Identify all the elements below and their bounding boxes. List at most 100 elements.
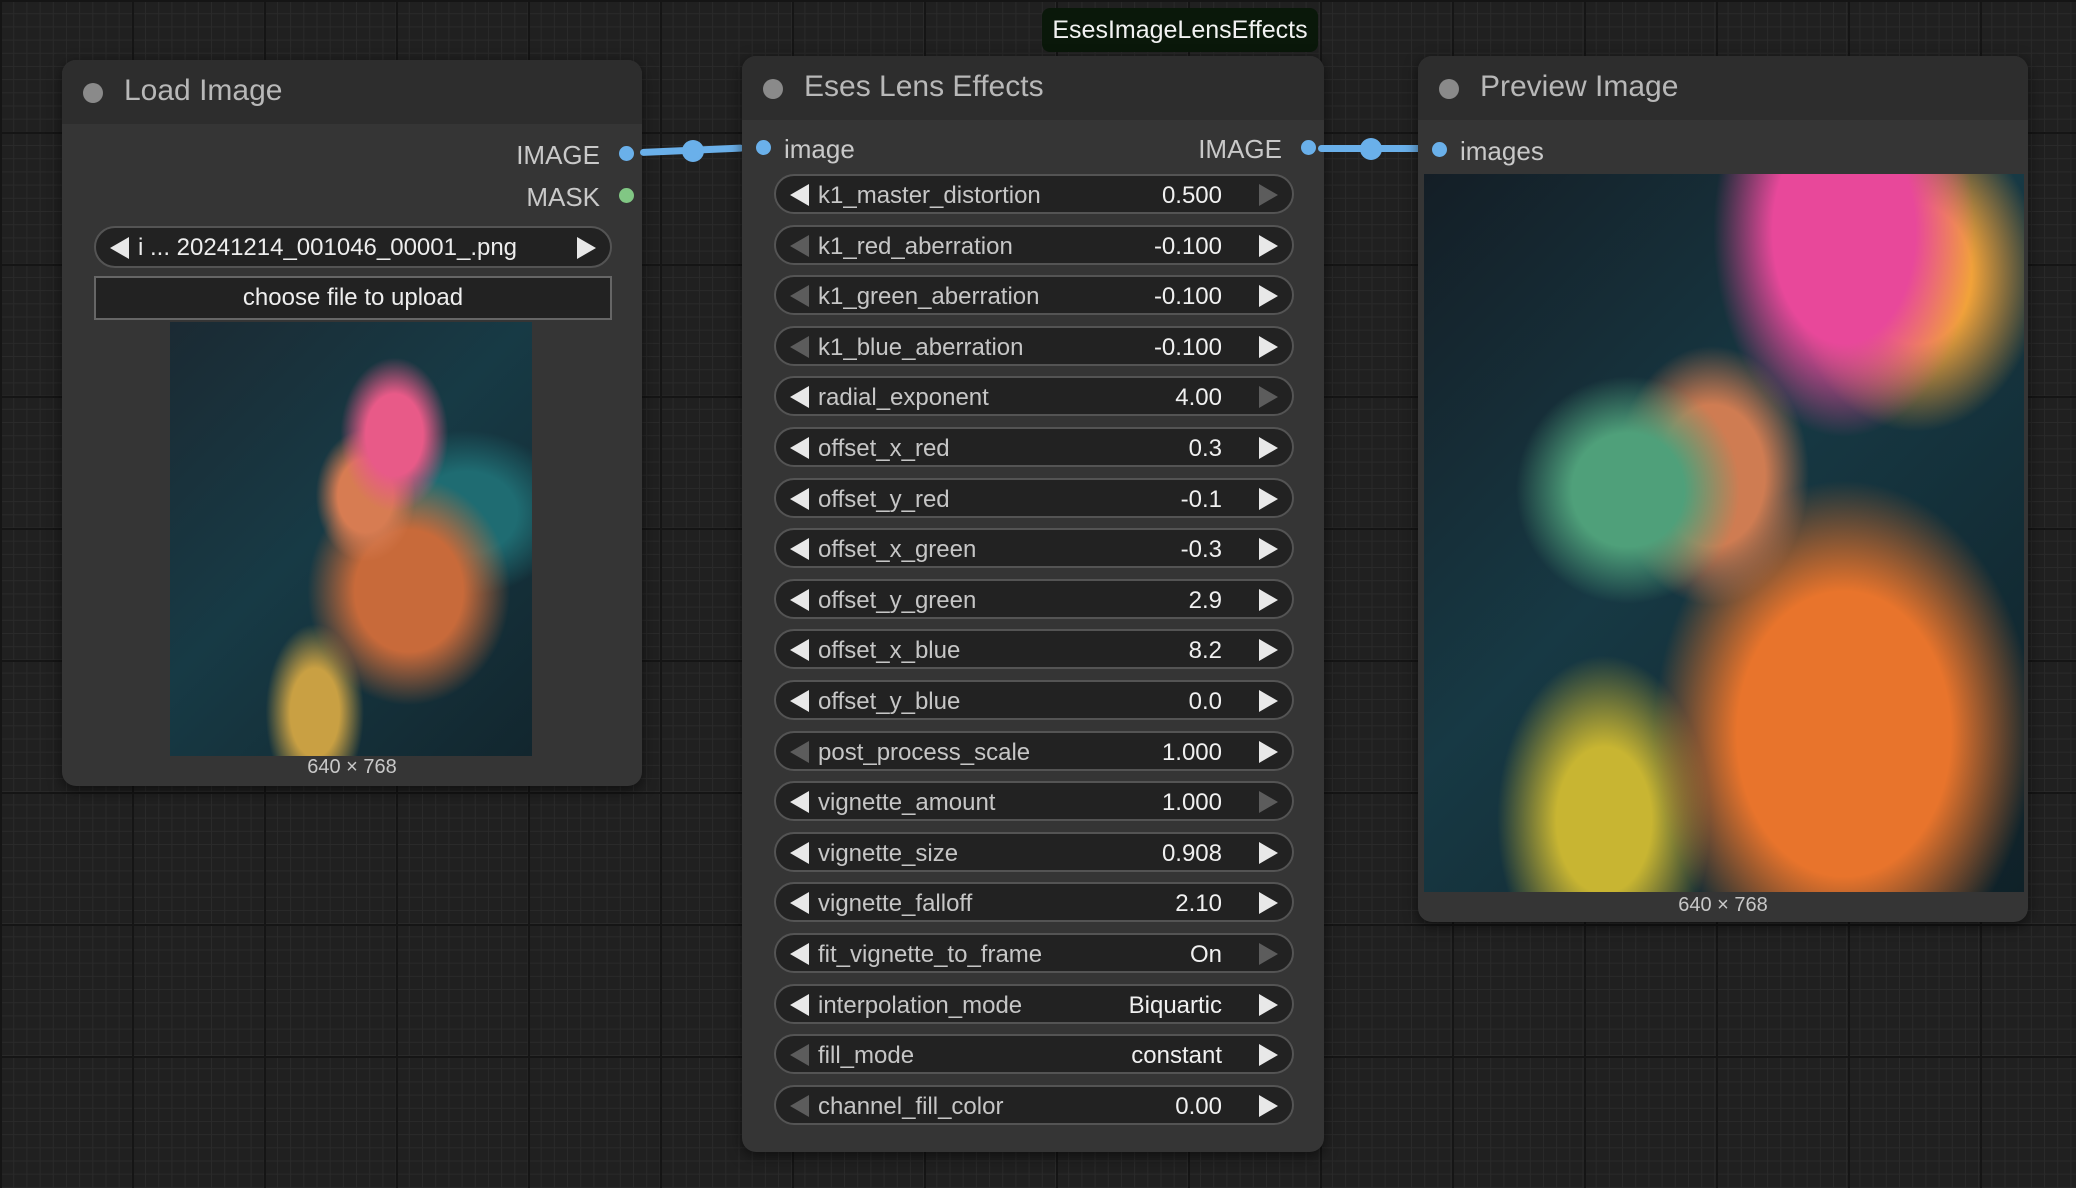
widget-label: k1_master_distortion <box>818 182 1041 209</box>
node-title: Preview Image <box>1480 70 1679 103</box>
widget-k1-red-aberration[interactable]: k1_red_aberration -0.100 <box>774 225 1294 265</box>
output-slot-image[interactable] <box>1301 140 1316 155</box>
widget-interpolation-mode[interactable]: interpolation_mode Biquartic <box>774 984 1294 1024</box>
widget-offset-y-red[interactable]: offset_y_red -0.1 <box>774 478 1294 518</box>
load-image-node[interactable]: Load Image IMAGE MASK i ... 20241214_001… <box>62 60 642 786</box>
widget-post-process-scale[interactable]: post_process_scale 1.000 <box>774 731 1294 771</box>
widget-vignette-amount[interactable]: vignette_amount 1.000 <box>774 781 1294 821</box>
increment-arrow-icon[interactable] <box>1259 690 1278 712</box>
input-slot-images[interactable] <box>1432 142 1447 157</box>
decrement-arrow-icon[interactable] <box>790 285 809 307</box>
decrement-arrow-icon[interactable] <box>790 184 809 206</box>
widget-label: interpolation_mode <box>818 992 1023 1019</box>
node-header[interactable]: Eses Lens Effects <box>742 56 1324 120</box>
decrement-arrow-icon[interactable] <box>790 639 809 661</box>
widget-label: offset_y_red <box>818 486 950 513</box>
next-file-arrow-icon[interactable] <box>577 237 596 259</box>
collapse-toggle-icon[interactable] <box>1439 79 1459 99</box>
increment-arrow-icon[interactable] <box>1259 1044 1278 1066</box>
increment-arrow-icon[interactable] <box>1259 741 1278 763</box>
collapse-toggle-icon[interactable] <box>83 83 103 103</box>
decrement-arrow-icon[interactable] <box>790 589 809 611</box>
collapse-toggle-icon[interactable] <box>763 79 783 99</box>
decrement-arrow-icon[interactable] <box>790 690 809 712</box>
decrement-arrow-icon[interactable] <box>790 488 809 510</box>
input-slot-image[interactable] <box>756 140 771 155</box>
widget-label: radial_exponent <box>818 384 989 411</box>
increment-arrow-icon[interactable] <box>1259 1095 1278 1117</box>
increment-arrow-icon[interactable] <box>1259 336 1278 358</box>
increment-arrow-icon[interactable] <box>1259 538 1278 560</box>
widget-value: 0.0 <box>1188 688 1222 715</box>
widget-offset-x-blue[interactable]: offset_x_blue 8.2 <box>774 629 1294 669</box>
increment-arrow-icon[interactable] <box>1259 235 1278 257</box>
widget-offset-y-blue[interactable]: offset_y_blue 0.0 <box>774 680 1294 720</box>
upload-button[interactable]: choose file to upload <box>94 276 612 320</box>
increment-arrow-icon[interactable] <box>1259 285 1278 307</box>
widget-k1-green-aberration[interactable]: k1_green_aberration -0.100 <box>774 275 1294 315</box>
decrement-arrow-icon[interactable] <box>790 386 809 408</box>
widget-value: -0.3 <box>1180 536 1222 563</box>
decrement-arrow-icon[interactable] <box>790 994 809 1016</box>
increment-arrow-icon[interactable] <box>1259 994 1278 1016</box>
widget-value: 0.3 <box>1188 435 1222 462</box>
decrement-arrow-icon[interactable] <box>790 943 809 965</box>
filename-value: i ... 20241214_001046_00001_.png <box>138 234 518 261</box>
widget-channel-fill-color[interactable]: channel_fill_color 0.00 <box>774 1085 1294 1125</box>
widget-value: 0.908 <box>1161 840 1222 867</box>
widget-value: 4.00 <box>1175 384 1222 411</box>
image-file-selector[interactable]: i ... 20241214_001046_00001_.png <box>94 226 612 268</box>
link-midpoint-icon[interactable] <box>682 140 704 162</box>
decrement-arrow-icon[interactable] <box>790 437 809 459</box>
increment-arrow-icon[interactable] <box>1259 437 1278 459</box>
increment-arrow-icon[interactable] <box>1259 589 1278 611</box>
widget-k1-blue-aberration[interactable]: k1_blue_aberration -0.100 <box>774 326 1294 366</box>
widget-offset-x-red[interactable]: offset_x_red 0.3 <box>774 427 1294 467</box>
decrement-arrow-icon[interactable] <box>790 842 809 864</box>
widget-fill-mode[interactable]: fill_mode constant <box>774 1034 1294 1074</box>
decrement-arrow-icon[interactable] <box>790 336 809 358</box>
widget-radial-exponent[interactable]: radial_exponent 4.00 <box>774 376 1294 416</box>
node-title: Load Image <box>124 74 283 107</box>
decrement-arrow-icon[interactable] <box>790 1044 809 1066</box>
widget-fit-vignette-to-frame[interactable]: fit_vignette_to_frame On <box>774 933 1294 973</box>
widget-vignette-size[interactable]: vignette_size 0.908 <box>774 832 1294 872</box>
preview-image-node[interactable]: Preview Image images 640 × 768 <box>1418 56 2028 922</box>
widget-value: 1.000 <box>1161 789 1222 816</box>
increment-arrow-icon[interactable] <box>1259 184 1278 206</box>
decrement-arrow-icon[interactable] <box>790 1095 809 1117</box>
increment-arrow-icon[interactable] <box>1259 842 1278 864</box>
widget-label: fit_vignette_to_frame <box>818 941 1043 968</box>
increment-arrow-icon[interactable] <box>1259 639 1278 661</box>
increment-arrow-icon[interactable] <box>1259 488 1278 510</box>
widget-offset-y-green[interactable]: offset_y_green 2.9 <box>774 579 1294 619</box>
increment-arrow-icon[interactable] <box>1259 943 1278 965</box>
widget-value: -0.100 <box>1153 334 1222 361</box>
widget-label: offset_x_green <box>818 536 977 563</box>
widget-k1-master-distortion[interactable]: k1_master_distortion 0.500 <box>774 174 1294 214</box>
widget-offset-x-green[interactable]: offset_x_green -0.3 <box>774 528 1294 568</box>
prev-file-arrow-icon[interactable] <box>110 237 129 259</box>
decrement-arrow-icon[interactable] <box>790 741 809 763</box>
output-slot-image[interactable] <box>619 146 634 161</box>
node-header[interactable]: Load Image <box>62 60 642 124</box>
lens-effects-node[interactable]: Eses Lens Effects image IMAGE k1_master_… <box>742 56 1324 1152</box>
decrement-arrow-icon[interactable] <box>790 538 809 560</box>
widget-value: -0.1 <box>1180 486 1222 513</box>
widget-label: offset_y_blue <box>818 688 961 715</box>
widget-value: -0.100 <box>1153 283 1222 310</box>
widget-label: channel_fill_color <box>818 1093 1004 1120</box>
output-label-image: IMAGE <box>516 140 600 170</box>
output-slot-mask[interactable] <box>619 188 634 203</box>
node-header[interactable]: Preview Image <box>1418 56 2028 120</box>
increment-arrow-icon[interactable] <box>1259 892 1278 914</box>
link-midpoint-icon[interactable] <box>1360 138 1382 160</box>
increment-arrow-icon[interactable] <box>1259 791 1278 813</box>
decrement-arrow-icon[interactable] <box>790 892 809 914</box>
decrement-arrow-icon[interactable] <box>790 791 809 813</box>
widget-vignette-falloff[interactable]: vignette_falloff 2.10 <box>774 882 1294 922</box>
decrement-arrow-icon[interactable] <box>790 235 809 257</box>
input-label-image: image <box>784 134 855 164</box>
increment-arrow-icon[interactable] <box>1259 386 1278 408</box>
node-type-badge: EsesImageLensEffects <box>1042 8 1318 52</box>
